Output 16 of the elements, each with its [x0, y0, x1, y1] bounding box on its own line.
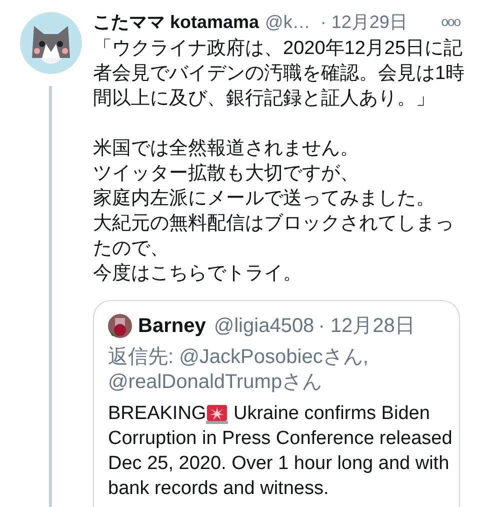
tweet-text: Ukraine confirms Biden — [232, 402, 430, 426]
tweet-date: · 12月28日 — [318, 314, 415, 339]
user-handle: @k… — [265, 10, 310, 34]
tweet-text: bank records and witness. — [108, 477, 329, 501]
display-name[interactable]: Barney — [138, 311, 206, 341]
tweet-text: 米国では全然報道されません。 ツイッター拡散も大切ですが、 家庭内左派にメールで送ってみました。 大紀元の無料配信はブロックされてしまっ たので、 今度はこちらでトライ。 — [93, 137, 454, 286]
tweet-text: Corruption in Press Conference released — [108, 427, 452, 451]
tweet-date[interactable]: · 12月29日 — [320, 8, 408, 36]
more-icon[interactable]: ooo — [441, 12, 460, 32]
reply-to-link[interactable]: 返信先: @JackPosobiecさん, — [108, 345, 368, 370]
tweet-text: 「ウクライナ政府は、2020年12月25日に記 者会見でバイデンの汚職を確認。会見は1時 間以上に及び、銀行記録と証人あり。」 — [93, 37, 465, 111]
tweet-text: Dec 25, 2020. Over 1 hour long and with — [108, 452, 450, 476]
display-name[interactable]: こたママ kotamama — [93, 8, 260, 36]
reply-to-link[interactable]: @realDonaldTrumpさん — [108, 370, 322, 395]
tweet-text: BREAKING — [108, 402, 206, 426]
user-handle: @ligia4508 — [214, 314, 314, 339]
